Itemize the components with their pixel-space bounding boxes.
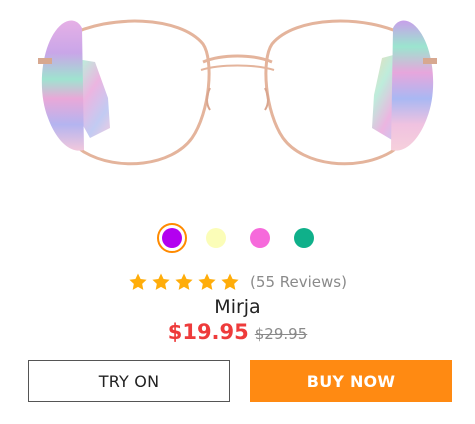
current-price: $19.95 (167, 320, 249, 344)
star-icon (198, 273, 216, 290)
rating-row: (55 Reviews) (0, 272, 475, 292)
reviews-link[interactable]: (55 Reviews) (250, 273, 347, 291)
color-swatches (0, 223, 475, 253)
product-name[interactable]: Mirja (0, 296, 475, 318)
swatch-dot (205, 228, 226, 248)
swatch-teal[interactable] (289, 223, 319, 253)
try-on-button[interactable]: TRY ON (28, 360, 230, 402)
swatch-light-yellow[interactable] (201, 223, 231, 253)
star-rating (128, 272, 240, 292)
star-icon (152, 273, 170, 290)
product-image[interactable] (0, 0, 475, 200)
swatch-dot (249, 228, 270, 248)
swatch-pink[interactable] (245, 223, 275, 253)
swatch-dot (293, 228, 314, 248)
star-icon (129, 273, 147, 290)
price-row: $19.95 $29.95 (0, 320, 475, 344)
star-icon (175, 273, 193, 290)
product-card: (55 Reviews) Mirja $19.95 $29.95 TRY ON … (0, 0, 475, 424)
star-icon (221, 273, 239, 290)
original-price: $29.95 (254, 325, 308, 343)
buy-now-button[interactable]: BUY NOW (250, 360, 452, 402)
swatch-purple[interactable] (156, 223, 187, 253)
swatch-dot (161, 228, 182, 248)
